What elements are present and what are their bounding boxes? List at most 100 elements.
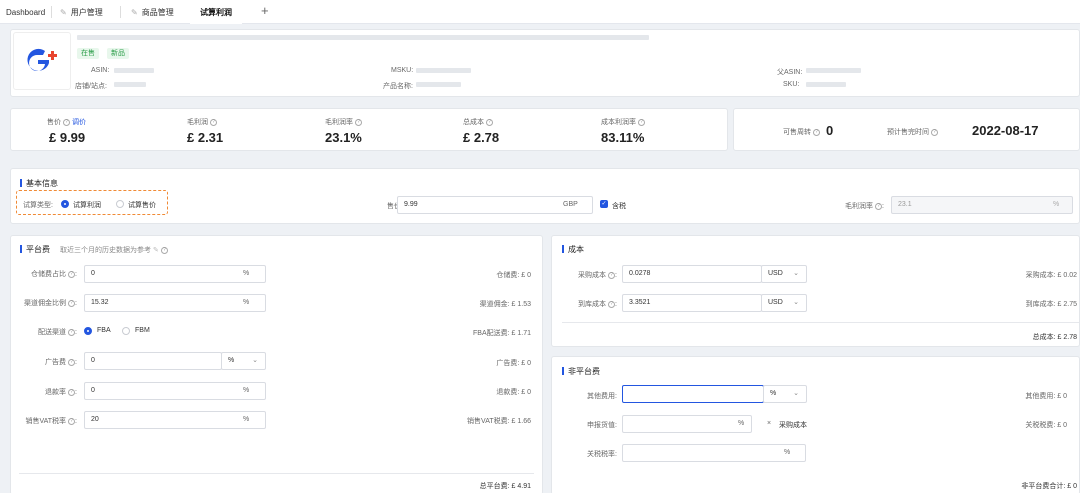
gross-margin-label-text: 毛利润率 bbox=[325, 119, 353, 126]
adjust-price-link[interactable]: 调价 bbox=[72, 119, 86, 126]
tax-included-checkbox[interactable]: ✓ bbox=[600, 200, 608, 208]
vat-input[interactable]: 20 bbox=[84, 411, 266, 429]
status-badge-on-sale: 在售 bbox=[77, 48, 99, 59]
add-tab-icon[interactable]: + bbox=[261, 3, 269, 18]
section-title-non-platform: 非平台费 bbox=[562, 367, 600, 376]
tab-divider bbox=[120, 6, 121, 18]
tab-user-management[interactable]: ✎ 用户管理 bbox=[60, 0, 103, 24]
help-icon[interactable]: ? bbox=[875, 202, 882, 210]
purchase-cost-input[interactable]: 0.0278 bbox=[622, 265, 762, 283]
margin-suffix: % bbox=[1053, 201, 1060, 208]
ad-label-text: 广告费 bbox=[45, 359, 67, 366]
storage-fee-label: 仓储费: bbox=[496, 272, 520, 279]
tariff-fee-readout-value: £ 0 bbox=[1057, 422, 1067, 429]
section-title-platform: 平台费 bbox=[20, 245, 50, 254]
help-icon[interactable]: ? bbox=[931, 128, 938, 136]
margin-label: 毛利润率?: bbox=[845, 202, 884, 210]
landed-cost-readout-label: 到库成本: bbox=[1025, 301, 1056, 308]
landed-cost-readout-value: £ 2.75 bbox=[1057, 301, 1077, 308]
edit-icon[interactable]: ✎ bbox=[153, 247, 159, 254]
multiply-sign: × bbox=[767, 420, 772, 427]
tab-profit-calculation[interactable]: 试算利润 bbox=[190, 0, 242, 24]
landed-cost-input[interactable]: 3.3521 bbox=[622, 294, 762, 312]
tariff-rate-input[interactable] bbox=[622, 444, 806, 462]
declared-unit: % bbox=[738, 420, 745, 427]
purchase-cost-readout: 采购成本: £ 0.02 bbox=[1026, 270, 1077, 280]
total-cost-label-text: 总成本 bbox=[463, 119, 484, 126]
gross-margin-value: 23.1% bbox=[325, 130, 362, 145]
storage-label-text: 仓储费占比 bbox=[31, 271, 67, 278]
chevron-down-icon: ⌄ bbox=[793, 270, 799, 277]
cost-total-label: 总成本: bbox=[1032, 334, 1056, 341]
product-image bbox=[13, 32, 71, 90]
other-fee-readout-value: £ 0 bbox=[1057, 393, 1067, 400]
refund-label-text: 退款率 bbox=[45, 389, 67, 396]
cost-margin-label: 成本利润率? bbox=[601, 117, 645, 127]
help-icon[interactable]: ? bbox=[160, 246, 168, 254]
radio-fbm-label: FBM bbox=[135, 327, 150, 334]
purchase-currency-select[interactable]: USD ⌄ bbox=[761, 265, 807, 283]
product-title-placeholder bbox=[77, 35, 649, 40]
refund-input[interactable]: 0 bbox=[84, 382, 266, 400]
help-icon[interactable]: ? bbox=[68, 299, 76, 307]
ad-label: 广告费?: bbox=[45, 358, 77, 366]
margin-input: 23.1 bbox=[891, 196, 1073, 214]
refund-label: 退款率?: bbox=[45, 388, 77, 396]
help-icon[interactable]: ? bbox=[813, 128, 820, 136]
expected-sellout-value: 2022-08-17 bbox=[972, 123, 1039, 138]
purchase-cost-label-text: 采购成本 bbox=[578, 272, 607, 279]
other-fee-input[interactable] bbox=[622, 385, 764, 403]
cost-margin-value: 83.11% bbox=[601, 130, 645, 145]
commission-input[interactable]: 15.32 bbox=[84, 294, 266, 312]
help-icon[interactable]: ? bbox=[355, 118, 362, 126]
help-icon[interactable]: ? bbox=[638, 118, 645, 126]
vat-label-text: 销售VAT税率 bbox=[25, 418, 67, 425]
non-platform-total: 非平台费合计: £ 0 bbox=[1021, 481, 1077, 491]
radio-calc-profit[interactable] bbox=[61, 200, 69, 208]
gross-profit-label-text: 毛利润 bbox=[187, 119, 208, 126]
help-icon[interactable]: ? bbox=[608, 300, 616, 308]
tariff-fee-readout-label: 关税税费: bbox=[1025, 422, 1056, 429]
divider bbox=[19, 473, 534, 474]
radio-calc-price-label: 试算售价 bbox=[128, 202, 156, 209]
sellable-weeks-label: 可售周转? bbox=[783, 127, 820, 137]
ad-unit-select[interactable]: % ⌄ bbox=[221, 352, 266, 370]
radio-calc-price[interactable] bbox=[116, 200, 124, 208]
help-icon[interactable]: ? bbox=[68, 388, 76, 396]
help-icon[interactable]: ? bbox=[608, 271, 616, 279]
landed-cost-label: 到库成本?: bbox=[578, 300, 617, 308]
storage-fee-readout: 仓储费: £ 0 bbox=[496, 270, 531, 280]
landed-cost-label-text: 到库成本 bbox=[578, 301, 607, 308]
radio-fbm[interactable] bbox=[122, 327, 130, 335]
tab-label: 用户管理 bbox=[70, 8, 103, 17]
calc-type-label: 试算类型: bbox=[23, 202, 53, 209]
non-platform-total-label: 非平台费合计: bbox=[1021, 483, 1066, 490]
ad-input[interactable]: 0 bbox=[84, 352, 222, 370]
help-icon[interactable]: ? bbox=[210, 118, 217, 126]
help-icon[interactable]: ? bbox=[68, 328, 76, 336]
radio-calc-profit-label: 试算利润 bbox=[73, 202, 101, 209]
platform-total: 总平台费: £ 4.91 bbox=[480, 481, 531, 491]
tab-product-management[interactable]: ✎ 商品管理 bbox=[131, 0, 174, 24]
help-icon[interactable]: ? bbox=[63, 118, 70, 126]
tab-dashboard[interactable]: Dashboard bbox=[6, 0, 45, 24]
margin-label-text: 毛利润率 bbox=[845, 203, 873, 210]
purchase-cost-label: 采购成本?: bbox=[578, 271, 617, 279]
non-platform-fees-card: 非平台费 其他费用: % ⌄ 其他费用: £ 0 申报货值: % × 采购成本 关… bbox=[551, 356, 1080, 493]
help-icon[interactable]: ? bbox=[68, 358, 76, 366]
cost-total-value: £ 2.78 bbox=[1057, 334, 1077, 341]
declared-value-input[interactable] bbox=[622, 415, 752, 433]
help-icon[interactable]: ? bbox=[486, 118, 493, 126]
radio-fba[interactable] bbox=[84, 327, 92, 335]
shop-value bbox=[114, 82, 146, 87]
platform-hint: 取近三个月的历史数据为参考 ✎? bbox=[60, 245, 168, 255]
chevron-down-icon: ⌄ bbox=[793, 390, 799, 397]
landed-currency-select[interactable]: USD ⌄ bbox=[761, 294, 807, 312]
help-icon[interactable]: ? bbox=[68, 417, 76, 425]
help-icon[interactable]: ? bbox=[68, 270, 76, 278]
vat-fee-readout: 销售VAT税费: £ 1.66 bbox=[467, 416, 531, 426]
other-fee-unit-select[interactable]: % ⌄ bbox=[763, 385, 807, 403]
purchase-cost-readout-label: 采购成本: bbox=[1025, 272, 1056, 279]
storage-input[interactable]: 0 bbox=[84, 265, 266, 283]
price-currency: GBP bbox=[563, 201, 578, 208]
